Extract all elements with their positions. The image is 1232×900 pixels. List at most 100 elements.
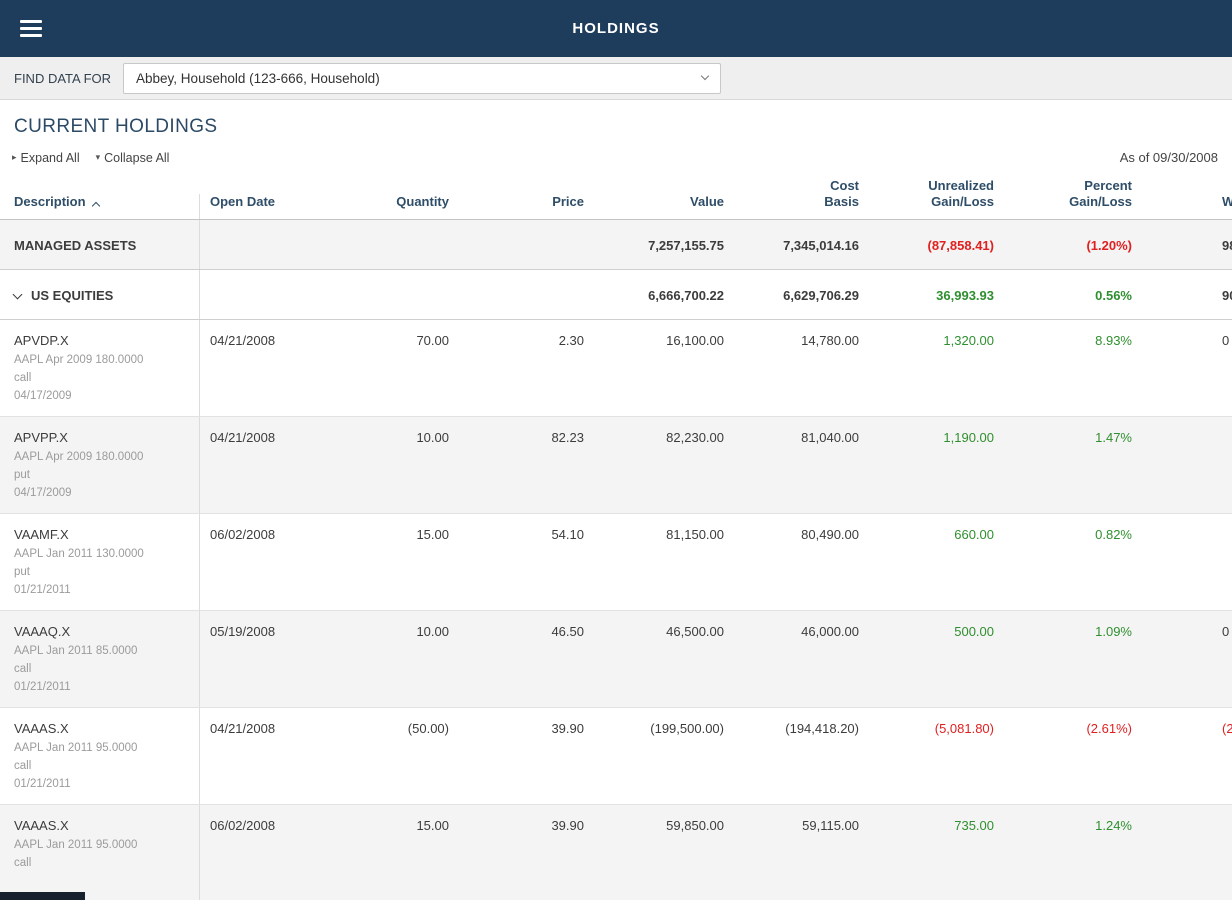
cell-price: 54.10 <box>455 514 590 610</box>
description-line: 01/21/2011 <box>14 776 199 794</box>
triangle-down-icon: ▾ <box>96 152 101 163</box>
find-data-select[interactable]: Abbey, Household (123-666, Household) <box>123 63 721 94</box>
expand-all-button[interactable]: ▸ Expand All <box>12 151 80 165</box>
cell-percent-gain-loss: 1.47% <box>1000 417 1138 513</box>
cell-percent-gain-loss: (2.61%) <box>1000 708 1138 804</box>
cell-open-date: 05/19/2008 <box>200 611 305 707</box>
description-line: AAPL Apr 2009 180.0000 <box>14 352 199 370</box>
description-line: AAPL Jan 2011 130.0000 <box>14 546 199 564</box>
cell-unrealized-gain-loss: (5,081.80) <box>865 708 1000 804</box>
ticker: APVPP.X <box>14 430 199 445</box>
table-header-row: Description Open Date Quantity Price Value Co… <box>0 174 1232 220</box>
description-line: call <box>14 855 199 873</box>
position-description: VAAAS.XAAPL Jan 2011 95.0000call01/21/20… <box>0 708 200 804</box>
position-row: VAAMF.XAAPL Jan 2011 130.0000put01/21/20… <box>0 514 1232 611</box>
section-title: CURRENT HOLDINGS <box>0 116 1232 138</box>
column-header-value[interactable]: Value <box>590 194 730 219</box>
find-data-label: FIND DATA FOR <box>14 71 111 86</box>
cell-cost-basis: (194,418.20) <box>730 708 865 804</box>
description-line: AAPL Apr 2009 180.0000 <box>14 449 199 467</box>
column-header-label: Value <box>690 194 724 209</box>
column-header-percent-gain-loss[interactable]: Percent Gain/Loss <box>1000 178 1138 220</box>
position-description: VAAAQ.XAAPL Jan 2011 85.0000call01/21/20… <box>0 611 200 707</box>
cell-unrealized-gain-loss: 735.00 <box>865 805 1000 900</box>
sort-ascending-icon <box>91 202 99 210</box>
column-header-label: Price <box>552 194 584 209</box>
cell-unrealized-gain-loss: 36,993.93 <box>865 270 1000 319</box>
summary-row: MANAGED ASSETS7,257,155.757,345,014.16(8… <box>0 220 1232 270</box>
cell-cost-basis: 46,000.00 <box>730 611 865 707</box>
collapse-all-button[interactable]: ▾ Collapse All <box>96 151 170 165</box>
cell-cost-basis: 81,040.00 <box>730 417 865 513</box>
column-header-open-date[interactable]: Open Date <box>200 194 305 219</box>
cell-price <box>455 270 590 319</box>
cell-quantity <box>305 220 455 269</box>
cell-weight-partial: (2 <box>1138 708 1232 804</box>
cell-cost-basis: 59,115.00 <box>730 805 865 900</box>
cell-quantity: 15.00 <box>305 514 455 610</box>
chevron-down-icon[interactable] <box>13 290 23 300</box>
column-header-label: Open Date <box>210 194 275 209</box>
cell-value: 16,100.00 <box>590 320 730 416</box>
chevron-down-icon <box>701 72 709 80</box>
position-row: VAAAQ.XAAPL Jan 2011 85.0000call01/21/20… <box>0 611 1232 708</box>
column-header-price[interactable]: Price <box>455 194 590 219</box>
position-description: APVDP.XAAPL Apr 2009 180.0000call04/17/2… <box>0 320 200 416</box>
cell-open-date: 06/02/2008 <box>200 514 305 610</box>
group-row[interactable]: US EQUITIES6,666,700.226,629,706.2936,99… <box>0 270 1232 320</box>
column-header-label: Cost Basis <box>824 178 859 209</box>
collapse-all-label: Collapse All <box>104 151 169 165</box>
cell-percent-gain-loss: 1.24% <box>1000 805 1138 900</box>
position-description: VAAAS.XAAPL Jan 2011 95.0000call <box>0 805 200 900</box>
cell-value: 46,500.00 <box>590 611 730 707</box>
group-name: MANAGED ASSETS <box>0 220 200 269</box>
cell-percent-gain-loss: 0.56% <box>1000 270 1138 319</box>
cell-unrealized-gain-loss: 1,190.00 <box>865 417 1000 513</box>
cell-price: 39.90 <box>455 805 590 900</box>
column-header-label: Description <box>14 194 86 209</box>
find-data-bar: FIND DATA FOR Abbey, Household (123-666,… <box>0 57 1232 100</box>
column-header-quantity[interactable]: Quantity <box>305 194 455 219</box>
column-header-unrealized-gain-loss[interactable]: Unrealized Gain/Loss <box>865 178 1000 220</box>
cell-quantity: (50.00) <box>305 708 455 804</box>
column-header-label: Quantity <box>396 194 449 209</box>
description-line: call <box>14 370 199 388</box>
cell-open-date <box>200 220 305 269</box>
column-header-label: Unrealized Gain/Loss <box>928 178 994 209</box>
description-line: AAPL Jan 2011 95.0000 <box>14 740 199 758</box>
top-bar: HOLDINGS <box>0 0 1232 57</box>
description-line: put <box>14 564 199 582</box>
cell-price: 2.30 <box>455 320 590 416</box>
column-header-w[interactable]: W <box>1138 194 1232 219</box>
description-line: 01/21/2011 <box>14 679 199 697</box>
group-name-label: US EQUITIES <box>31 288 113 303</box>
cell-quantity: 10.00 <box>305 611 455 707</box>
cell-percent-gain-loss: 1.09% <box>1000 611 1138 707</box>
ticker: VAAAS.X <box>14 721 199 736</box>
cell-weight-partial: 98 <box>1138 220 1232 269</box>
position-row: APVPP.XAAPL Apr 2009 180.0000put04/17/20… <box>0 417 1232 514</box>
cell-cost-basis: 80,490.00 <box>730 514 865 610</box>
ticker: VAAMF.X <box>14 527 199 542</box>
cell-cost-basis: 6,629,706.29 <box>730 270 865 319</box>
cell-weight-partial: 90 <box>1138 270 1232 319</box>
menu-icon[interactable] <box>20 16 42 41</box>
cell-unrealized-gain-loss: 1,320.00 <box>865 320 1000 416</box>
page-title: HOLDINGS <box>0 20 1232 37</box>
cell-price: 39.90 <box>455 708 590 804</box>
cell-open-date: 04/21/2008 <box>200 708 305 804</box>
cell-weight-partial <box>1138 417 1232 513</box>
position-row: VAAAS.XAAPL Jan 2011 95.0000call01/21/20… <box>0 708 1232 805</box>
table-body: MANAGED ASSETS7,257,155.757,345,014.16(8… <box>0 220 1232 900</box>
bottom-partial-element <box>0 892 85 900</box>
cell-weight-partial: 0 <box>1138 611 1232 707</box>
column-header-cost-basis[interactable]: Cost Basis <box>730 178 865 220</box>
position-description: APVPP.XAAPL Apr 2009 180.0000put04/17/20… <box>0 417 200 513</box>
group-name: US EQUITIES <box>0 270 200 319</box>
cell-price <box>455 220 590 269</box>
as-of-date: As of 09/30/2008 <box>1120 150 1220 165</box>
column-header-description[interactable]: Description <box>0 194 200 219</box>
cell-cost-basis: 7,345,014.16 <box>730 220 865 269</box>
cell-unrealized-gain-loss: (87,858.41) <box>865 220 1000 269</box>
cell-open-date <box>200 270 305 319</box>
